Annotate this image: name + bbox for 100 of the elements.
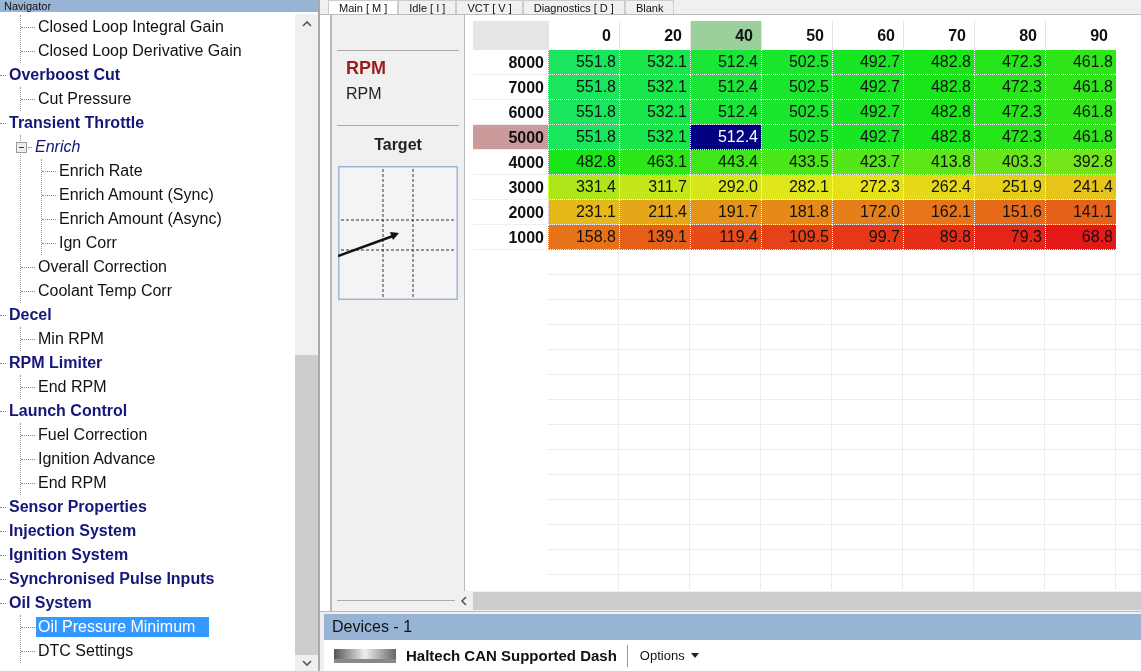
table-cell[interactable]: 492.7 xyxy=(832,125,903,150)
column-header[interactable]: 40 xyxy=(690,21,761,50)
table-cell[interactable]: 512.4 xyxy=(690,75,761,100)
tree-item[interactable]: Ignition System xyxy=(7,545,131,565)
table-cell[interactable]: 109.5 xyxy=(761,225,832,250)
tree-item[interactable]: Overall Correction xyxy=(36,257,169,277)
table-cell[interactable]: 262.4 xyxy=(903,175,974,200)
table-cell[interactable]: 482.8 xyxy=(548,150,619,175)
table-cell[interactable]: 551.8 xyxy=(548,75,619,100)
tree-item[interactable]: Ign Corr xyxy=(57,233,119,253)
tree-item[interactable]: Fuel Correction xyxy=(36,425,150,445)
tab[interactable]: Blank xyxy=(624,0,675,14)
table-cell[interactable]: 472.3 xyxy=(974,50,1045,75)
tree-item[interactable]: Closed Loop Integral Gain xyxy=(36,17,226,37)
tree-item[interactable]: Closed Loop Derivative Gain xyxy=(36,41,244,61)
table-cell[interactable]: 551.8 xyxy=(548,100,619,125)
tree-item[interactable]: DTC Settings xyxy=(36,641,136,661)
table-cell[interactable]: 331.4 xyxy=(548,175,619,200)
table-cell[interactable]: 532.1 xyxy=(619,125,690,150)
table-cell[interactable]: 151.6 xyxy=(974,200,1045,225)
table-cell[interactable]: 502.5 xyxy=(761,50,832,75)
table-cell[interactable]: 492.7 xyxy=(832,75,903,100)
table-cell[interactable]: 482.8 xyxy=(903,125,974,150)
tree-item[interactable]: End RPM xyxy=(36,473,109,493)
tree-item[interactable]: RPM Limiter xyxy=(7,353,105,373)
table-cell[interactable]: 463.1 xyxy=(619,150,690,175)
table-cell[interactable]: 251.9 xyxy=(974,175,1045,200)
table-cell[interactable]: 461.8 xyxy=(1045,50,1116,75)
table-cell[interactable]: 492.7 xyxy=(832,100,903,125)
table-cell[interactable]: 551.8 xyxy=(548,125,619,150)
table-cell[interactable]: 162.1 xyxy=(903,200,974,225)
table-cell[interactable]: 231.1 xyxy=(548,200,619,225)
table-cell[interactable]: 502.5 xyxy=(761,75,832,100)
tree-item[interactable]: Cut Pressure xyxy=(36,89,134,109)
table-cell[interactable]: 141.1 xyxy=(1045,200,1116,225)
table-cell[interactable]: 512.4 xyxy=(690,125,761,150)
table-cell[interactable]: 181.8 xyxy=(761,200,832,225)
table-cell[interactable]: 99.7 xyxy=(832,225,903,250)
table-cell[interactable]: 551.8 xyxy=(548,50,619,75)
tree-item[interactable]: Ignition Advance xyxy=(36,449,158,469)
scroll-left-icon[interactable] xyxy=(459,595,469,607)
table-cell[interactable]: 532.1 xyxy=(619,50,690,75)
tree-item[interactable]: Decel xyxy=(7,305,54,325)
table-cell[interactable]: 461.8 xyxy=(1045,100,1116,125)
table-cell[interactable]: 492.7 xyxy=(832,50,903,75)
table-cell[interactable]: 172.0 xyxy=(832,200,903,225)
tree-item[interactable]: Transient Throttle xyxy=(7,113,147,133)
table-cell[interactable]: 461.8 xyxy=(1045,75,1116,100)
tree-item[interactable]: Launch Control xyxy=(7,401,130,421)
tree-item[interactable]: Min RPM xyxy=(36,329,106,349)
table-cell[interactable]: 89.8 xyxy=(903,225,974,250)
tree-item[interactable]: Overboost Cut xyxy=(7,65,123,85)
table-cell[interactable]: 482.8 xyxy=(903,100,974,125)
tree-item[interactable]: Sensor Properties xyxy=(7,497,149,517)
table-cell[interactable]: 482.8 xyxy=(903,75,974,100)
table-cell[interactable]: 461.8 xyxy=(1045,125,1116,150)
table-cell[interactable]: 158.8 xyxy=(548,225,619,250)
table-cell[interactable]: 482.8 xyxy=(903,50,974,75)
tree-item[interactable]: Injection System xyxy=(7,521,139,541)
tab[interactable]: VCT [ V ] xyxy=(456,0,523,14)
tab[interactable]: Main [ M ] xyxy=(328,0,399,14)
table-cell[interactable]: 191.7 xyxy=(690,200,761,225)
scroll-down-icon[interactable] xyxy=(300,659,313,667)
table-cell[interactable]: 433.5 xyxy=(761,150,832,175)
table-cell[interactable]: 282.1 xyxy=(761,175,832,200)
table-cell[interactable]: 413.8 xyxy=(903,150,974,175)
table-cell[interactable]: 423.7 xyxy=(832,150,903,175)
table-cell[interactable]: 139.1 xyxy=(619,225,690,250)
tab[interactable]: Idle [ I ] xyxy=(398,0,457,14)
options-button[interactable]: Options xyxy=(637,648,701,663)
table-cell[interactable]: 472.3 xyxy=(974,100,1045,125)
tree-item[interactable]: Enrich Rate xyxy=(57,161,145,181)
table-cell[interactable]: 68.8 xyxy=(1045,225,1116,250)
table-cell[interactable]: 502.5 xyxy=(761,100,832,125)
table-cell[interactable]: 292.0 xyxy=(690,175,761,200)
table-cell[interactable]: 472.3 xyxy=(974,75,1045,100)
table-cell[interactable]: 443.4 xyxy=(690,150,761,175)
horizontal-scrollbar[interactable] xyxy=(455,591,1141,611)
table-cell[interactable]: 392.8 xyxy=(1045,150,1116,175)
table-cell[interactable]: 119.4 xyxy=(690,225,761,250)
table-cell[interactable]: 472.3 xyxy=(974,125,1045,150)
table-cell[interactable]: 502.5 xyxy=(761,125,832,150)
table-cell[interactable]: 532.1 xyxy=(619,75,690,100)
tree-item[interactable]: Oil System xyxy=(7,593,94,613)
table-cell[interactable]: 311.7 xyxy=(619,175,690,200)
tree-item[interactable]: Enrich Amount (Async) xyxy=(57,209,224,229)
tree-item[interactable]: Coolant Temp Corr xyxy=(36,281,174,301)
tree-item[interactable]: Enrich Amount (Sync) xyxy=(57,185,216,205)
vertical-scrollbar[interactable] xyxy=(295,14,318,671)
table-cell[interactable]: 272.3 xyxy=(832,175,903,200)
tree-item[interactable]: Enrich xyxy=(33,137,83,157)
table-cell[interactable]: 512.4 xyxy=(690,50,761,75)
table-cell[interactable]: 241.4 xyxy=(1045,175,1116,200)
table-cell[interactable]: 79.3 xyxy=(974,225,1045,250)
collapse-icon[interactable] xyxy=(16,141,27,153)
table-cell[interactable]: 403.3 xyxy=(974,150,1045,175)
tab[interactable]: Diagnostics [ D ] xyxy=(522,0,625,14)
table-cell[interactable]: 532.1 xyxy=(619,100,690,125)
tree-item[interactable]: End RPM xyxy=(36,377,109,397)
scroll-up-icon[interactable] xyxy=(300,20,313,28)
